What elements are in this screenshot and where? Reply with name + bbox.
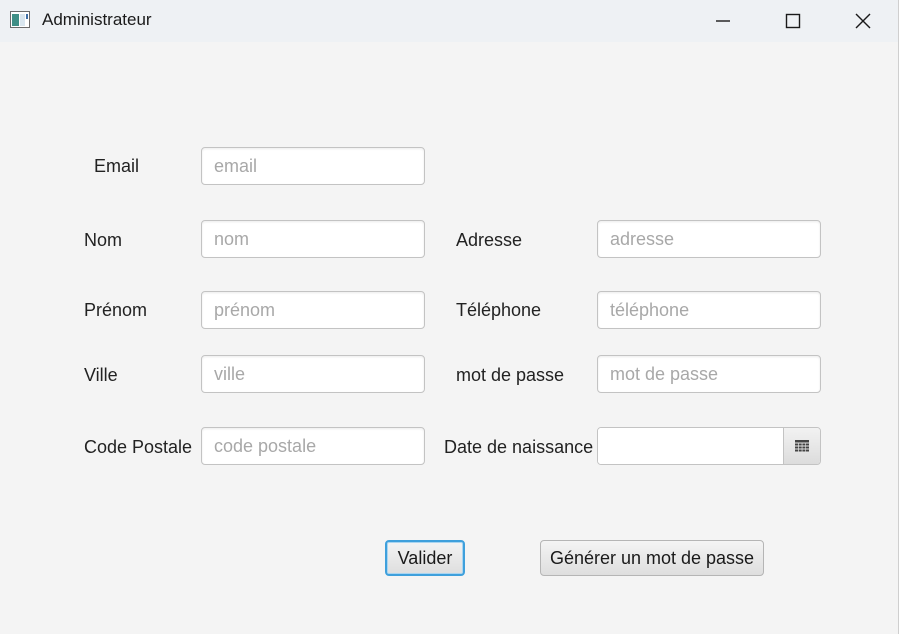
email-field[interactable] <box>201 147 425 185</box>
prenom-label: Prénom <box>84 300 148 320</box>
valider-button[interactable]: Valider <box>385 540 465 576</box>
calendar-button[interactable] <box>783 428 820 464</box>
date-naissance-field[interactable] <box>598 428 784 464</box>
email-label: Email <box>94 156 140 176</box>
telephone-field[interactable] <box>597 291 821 329</box>
adresse-field[interactable] <box>597 220 821 258</box>
nom-field[interactable] <box>201 220 425 258</box>
nom-label: Nom <box>84 230 123 250</box>
calendar-icon <box>795 440 809 452</box>
ville-label: Ville <box>84 365 118 385</box>
mot-de-passe-label: mot de passe <box>456 365 565 385</box>
close-icon <box>855 13 871 29</box>
maximize-button[interactable] <box>770 0 816 42</box>
generer-mot-de-passe-button[interactable]: Générer un mot de passe <box>540 540 764 576</box>
minimize-icon <box>716 20 730 22</box>
mot-de-passe-field[interactable] <box>597 355 821 393</box>
code-postale-label: Code Postale <box>84 437 193 457</box>
window-title: Administrateur <box>42 10 152 29</box>
administrateur-window: Administrateur Email Nom Adresse Prénom … <box>0 0 899 634</box>
close-button[interactable] <box>840 0 886 42</box>
maximize-icon <box>785 13 801 29</box>
code-postale-field[interactable] <box>201 427 425 465</box>
ville-field[interactable] <box>201 355 425 393</box>
title-bar: Administrateur <box>0 0 898 42</box>
date-naissance-label: Date de naissance <box>444 437 594 457</box>
adresse-label: Adresse <box>456 230 523 250</box>
minimize-button[interactable] <box>700 0 746 42</box>
app-icon <box>10 11 30 28</box>
prenom-field[interactable] <box>201 291 425 329</box>
telephone-label: Téléphone <box>456 300 542 320</box>
date-naissance-picker <box>597 427 821 465</box>
